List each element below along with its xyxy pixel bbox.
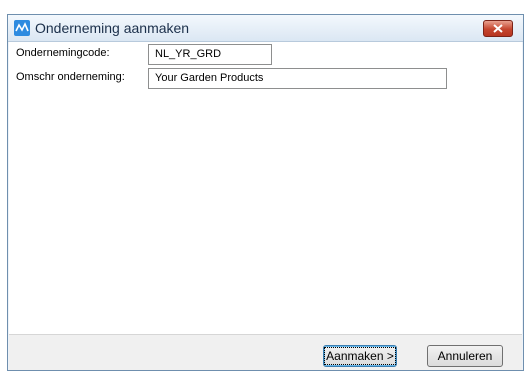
create-button-label: Aanmaken >: [324, 347, 396, 365]
company-code-label: Ondernemingcode:: [16, 47, 110, 59]
button-bar: Aanmaken > Annuleren: [9, 334, 522, 370]
window-title: Onderneming aanmaken: [35, 20, 190, 36]
close-button[interactable]: [483, 20, 513, 37]
cancel-button-label: Annuleren: [437, 349, 493, 363]
background-strip: [0, 0, 526, 14]
dialog-window: Onderneming aanmaken Ondernemingcode: NL…: [7, 14, 524, 371]
title-bar[interactable]: Onderneming aanmaken: [8, 15, 523, 42]
company-description-label: Omschr onderneming:: [16, 71, 125, 83]
cancel-button[interactable]: Annuleren: [427, 345, 503, 367]
company-code-input[interactable]: NL_YR_GRD: [148, 44, 272, 65]
app-logo-icon: [14, 20, 30, 36]
close-icon: [493, 24, 503, 33]
form-area: Ondernemingcode: NL_YR_GRD Omschr ondern…: [9, 42, 522, 334]
company-description-input[interactable]: Your Garden Products: [148, 68, 447, 89]
create-button[interactable]: Aanmaken >: [323, 345, 397, 367]
